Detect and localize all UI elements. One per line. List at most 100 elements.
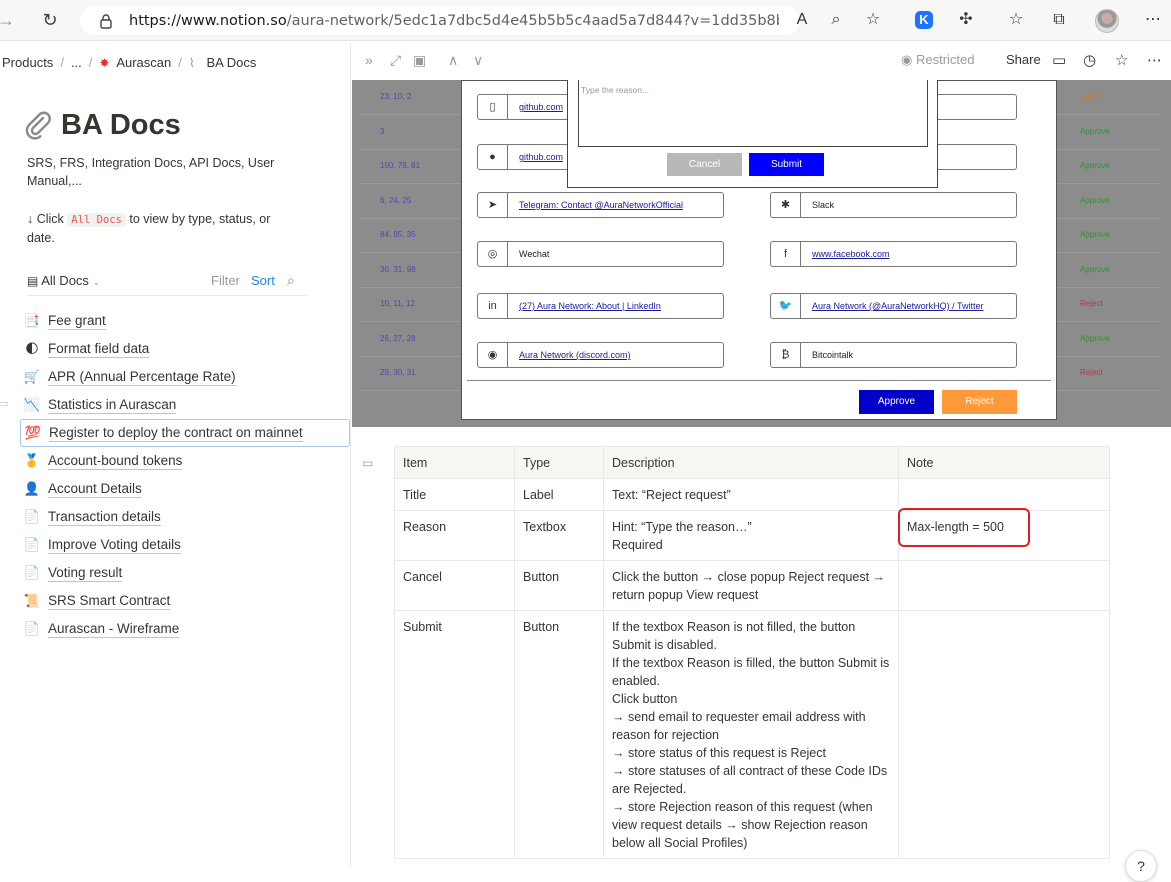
column-header-description[interactable]: Description [603, 446, 899, 479]
wireframe-social-link: ➤ Telegram: Contact @AuraNetworkOfficial [477, 192, 724, 218]
doc-list-item[interactable]: 🛒 APR (Annual Percentage Rate) [20, 363, 350, 391]
close-panel-icon[interactable]: » [365, 52, 373, 68]
more-menu-icon[interactable]: ⋯ [1142, 9, 1164, 31]
spec-cell-description[interactable]: Click the button → close popup Reject re… [603, 560, 899, 611]
wireframe-social-link: ✱ Slack [770, 192, 1017, 218]
help-button[interactable]: ? [1125, 850, 1157, 882]
github-icon: ● [478, 145, 508, 169]
profile-avatar[interactable] [1095, 9, 1119, 33]
spec-cell-note[interactable] [898, 610, 1110, 859]
restricted-status[interactable]: ◉ Restricted [901, 52, 975, 68]
doc-list-item[interactable]: 📉 Statistics in Aurascan [20, 391, 350, 419]
doc-list-item[interactable]: 📜 SRS Smart Contract [20, 587, 350, 615]
expand-icon[interactable]: ⤢ [390, 52, 401, 69]
wireframe-screenshot: 23, 10, 2 Submit 3 Approve 100, 78, 81 Approv… [352, 80, 1171, 427]
wireframe-submit-button: Submit [749, 153, 824, 176]
spec-cell-note[interactable] [898, 478, 1110, 511]
collections-icon[interactable]: ⧉ [1048, 9, 1070, 31]
wireframe-status: Reject [1080, 368, 1103, 377]
filter-button[interactable]: Filter [211, 273, 240, 288]
page-hint: ↓ Click All Docs to view by type, status… [27, 212, 271, 245]
share-button[interactable]: Share [1006, 52, 1041, 67]
wireframe-social-link: ◎ Wechat [477, 241, 724, 267]
extensions-icon[interactable]: ✣ [955, 9, 977, 31]
page-icon: 👤 [23, 481, 41, 496]
facebook-icon: f [771, 242, 801, 266]
doc-list-item[interactable]: 🌓 Format field data [20, 335, 350, 363]
column-header-note[interactable]: Note [898, 446, 1110, 479]
doc-list-item-label: Aurascan - Wireframe [48, 620, 180, 638]
doc-list-item[interactable]: 📑 Fee grant [20, 307, 350, 335]
doc-list-item[interactable]: 📄 Aurascan - Wireframe [20, 615, 350, 643]
breadcrumb-products[interactable]: Products [2, 55, 53, 70]
chevron-down-icon[interactable]: ∨ [473, 52, 483, 69]
add-favorite-icon[interactable]: ☆ [862, 9, 884, 31]
doc-list-item-label: Voting result [48, 564, 123, 582]
wireframe-code-ids: 26, 27, 28 [380, 333, 416, 343]
spec-cell-description[interactable]: If the textbox Reason is not filled, the… [603, 610, 899, 859]
doc-list-item[interactable]: 💯 Register to deploy the contract on main… [20, 419, 350, 447]
doc-list-item[interactable]: 📄 Voting result [20, 559, 350, 587]
wireframe-code-ids: 6, 24, 25 [380, 195, 412, 205]
breadcrumb-ba-docs[interactable]: BA Docs [206, 55, 256, 70]
doc-list-item[interactable]: 📄 Transaction details [20, 503, 350, 531]
spec-cell-type[interactable]: Label [514, 478, 604, 511]
k-extension-icon[interactable]: K [915, 11, 933, 29]
wireframe-social-link-text: (27) Aura Network: About | LinkedIn [519, 301, 661, 311]
spec-cell-note[interactable] [898, 560, 1110, 611]
wireframe-social-link-text: Bitcointalk [812, 350, 854, 360]
spec-cell-item[interactable]: Reason [394, 510, 515, 561]
comment-icon[interactable]: ▭ [0, 397, 8, 410]
wireframe-status: Approve [1080, 126, 1110, 136]
wireframe-social-link-text: github.com [519, 102, 564, 112]
spec-cell-description[interactable]: Hint: “Type the reason…” Required [603, 510, 899, 561]
chevron-up-icon[interactable]: ∧ [448, 52, 458, 69]
doc-list-item[interactable]: 🥇 Account-bound tokens [20, 447, 350, 475]
wireframe-code-ids: 10, 11, 12 [380, 299, 415, 308]
more-icon[interactable]: ⋯ [1147, 51, 1162, 69]
star-icon[interactable]: ☆ [1115, 51, 1128, 69]
favorites-icon[interactable]: ☆ [1005, 9, 1027, 31]
comment-icon[interactable]: ▭ [362, 456, 373, 470]
page-description: SRS, FRS, Integration Docs, API Docs, Us… [27, 156, 275, 188]
page-icon: 📄 [23, 509, 41, 524]
spec-cell-type[interactable]: Textbox [514, 510, 604, 561]
bitcoin-icon: ₿ [771, 343, 801, 367]
wireframe-approve-button: Approve [859, 390, 934, 414]
spec-cell-type[interactable]: Button [514, 560, 604, 611]
search-icon[interactable]: ⌕ [287, 272, 295, 289]
sidebar: Products /... / ✸ Aurascan / ⌇ BA Docs BA Doc… [0, 42, 350, 867]
sort-button[interactable]: Sort [251, 273, 275, 288]
history-icon[interactable]: ◷ [1083, 51, 1096, 69]
doc-list-item[interactable]: 📄 Improve Voting details [20, 531, 350, 559]
wireframe-social-link-text: Aura Network (@AuraNetworkHQ) / Twitter [812, 301, 984, 311]
spec-cell-type[interactable]: Button [514, 610, 604, 859]
address-bar[interactable]: https://www.notion.so/aura-network/5edc1… [80, 6, 800, 35]
column-header-item[interactable]: Item [394, 446, 515, 479]
side-peek-icon[interactable]: ▣ [413, 52, 426, 69]
spec-cell-item[interactable]: Submit [394, 610, 515, 859]
wireframe-code-ids: 100, 78, 81 [380, 161, 421, 170]
wireframe-status: Reject [1080, 299, 1103, 308]
breadcrumb-aurascan[interactable]: Aurascan [116, 55, 171, 70]
comments-icon[interactable]: ▭ [1052, 51, 1066, 69]
wireframe-status: Approve [1080, 230, 1110, 239]
zoom-icon[interactable]: ⌕ [825, 9, 847, 31]
wireframe-status: Approve [1080, 333, 1110, 343]
spec-cell-item[interactable]: Cancel [394, 560, 515, 611]
doc-list-item[interactable]: 👤 Account Details [20, 475, 350, 503]
spec-cell-description[interactable]: Text: “Reject request” [603, 478, 899, 511]
forward-icon[interactable]: → [0, 10, 16, 30]
wireframe-social-link-text: Aura Network (discord.com) [519, 350, 631, 360]
telegram-icon: ➤ [478, 193, 508, 217]
reload-icon[interactable]: ↻ [40, 10, 60, 30]
page-icon: 🥇 [23, 453, 41, 468]
view-selector[interactable]: ▤ All Docs ⌄ [27, 273, 100, 288]
read-aloud-icon[interactable]: A [791, 9, 813, 31]
breadcrumb-ellipsis[interactable]: ... [71, 55, 82, 70]
column-header-type[interactable]: Type [514, 446, 604, 479]
page-icon: 📄 [23, 537, 41, 552]
linkedin-icon: in [478, 294, 508, 318]
wireframe-social-link: ◉ Aura Network (discord.com) [477, 342, 724, 368]
spec-cell-item[interactable]: Title [394, 478, 515, 511]
